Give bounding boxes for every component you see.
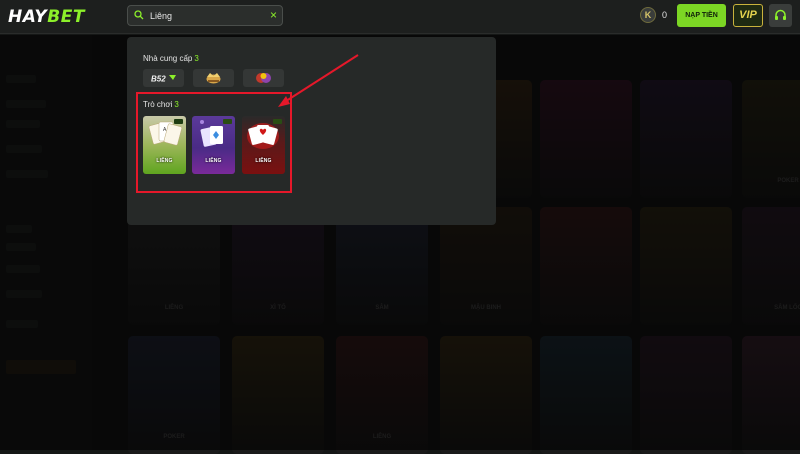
annotation-arrow [278, 54, 359, 107]
